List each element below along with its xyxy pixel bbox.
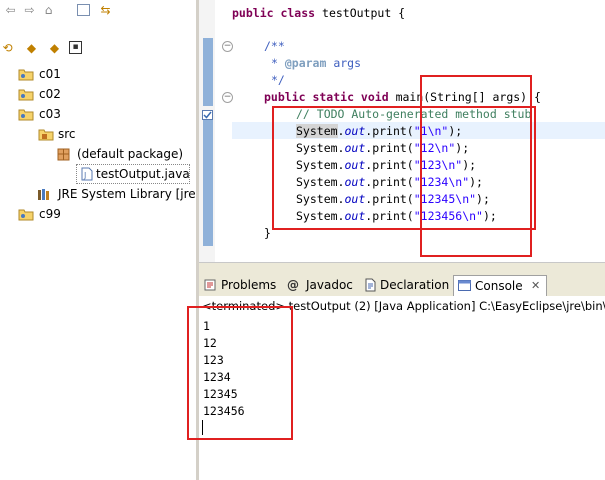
keyword: public static void	[264, 90, 396, 104]
javadoc-param: args	[326, 56, 362, 70]
tree-item-testoutput-java[interactable]: J testOutput.java	[76, 164, 190, 184]
problems-icon	[204, 279, 216, 291]
tab-javadoc[interactable]: @ Javadoc	[285, 275, 359, 295]
tree-item-label: src	[58, 127, 76, 141]
tree-item-label: testOutput.java	[96, 167, 190, 181]
sync-icon[interactable]: ⟲	[0, 41, 15, 55]
tree-item-c02[interactable]: c02	[16, 84, 186, 104]
package-explorer: ⇦ ⇨ ⌂ ⇆ ⟲ ◆ ◆ ▪ c01 c02 c03 src (default…	[0, 0, 200, 480]
declaration-icon	[365, 278, 376, 292]
tab-label: Console	[475, 279, 523, 293]
code-line-javadoc-param: * @param args	[271, 56, 362, 70]
close-icon[interactable]: ✕	[531, 276, 540, 296]
tree-item-default-package[interactable]: (default package)	[56, 144, 186, 164]
source-folder-icon	[38, 129, 54, 141]
package-icon	[57, 148, 70, 161]
go-into-icon[interactable]: ◆	[47, 41, 62, 55]
task-marker-icon[interactable]	[202, 110, 214, 121]
change-marker	[203, 38, 213, 106]
tree-item-label: c03	[39, 107, 61, 121]
class-name: testOutput {	[322, 6, 406, 20]
tree-item-c03[interactable]: c03	[16, 104, 186, 124]
svg-text:J: J	[83, 171, 86, 180]
change-marker	[203, 118, 213, 246]
tree-item-c99[interactable]: c99	[16, 204, 186, 224]
tree-item-jre[interactable]: JRE System Library [jre]	[36, 184, 200, 204]
home-icon[interactable]: ⌂	[41, 3, 56, 17]
explorer-toolbar-2: ⟲ ◆ ◆ ▪	[0, 38, 196, 58]
collapse-all-icon[interactable]	[77, 4, 90, 16]
back-icon[interactable]: ⇦	[3, 3, 18, 17]
folder-project-icon	[18, 69, 34, 81]
annotation-box-args	[420, 75, 532, 257]
folder-project-icon	[18, 89, 34, 101]
keyword: public class	[232, 6, 323, 20]
tab-label: Declaration	[380, 278, 450, 292]
code-line-class: public class testOutput {	[232, 5, 405, 22]
explorer-toolbar: ⇦ ⇨ ⌂ ⇆	[0, 0, 196, 20]
tree-item-label: (default package)	[77, 147, 184, 161]
code-line-javadoc-open: /**	[264, 39, 285, 53]
tree-item-label: JRE System Library [jre]	[58, 187, 201, 201]
link-editor-icon[interactable]: ⇆	[98, 3, 113, 17]
javadoc-tag: @param	[284, 56, 327, 70]
tree-item-label: c99	[39, 207, 61, 221]
view-menu-icon[interactable]: ▪	[69, 41, 82, 54]
folder-project-icon	[18, 209, 34, 221]
tab-problems[interactable]: Problems	[201, 275, 281, 295]
java-file-icon: J	[81, 167, 93, 181]
tree-item-label: c01	[39, 67, 61, 81]
folder-project-icon	[18, 109, 34, 121]
tree-item-c01[interactable]: c01	[16, 64, 186, 84]
library-icon	[38, 189, 49, 200]
fold-toggle-icon[interactable]: −	[222, 92, 233, 103]
code-line-javadoc-close: */	[271, 73, 285, 87]
tab-label: Javadoc	[306, 278, 353, 292]
tab-console[interactable]: Console ✕	[453, 275, 547, 296]
console-icon	[458, 280, 471, 291]
fold-toggle-icon[interactable]: −	[222, 41, 233, 52]
tab-label: Problems	[221, 278, 277, 292]
annotation-box-output	[187, 306, 293, 440]
tree-item-src[interactable]: src	[36, 124, 186, 144]
code-line-close-brace: }	[264, 226, 271, 240]
go-up-icon[interactable]: ◆	[24, 41, 39, 55]
view-tabs: Problems @ Javadoc Declaration Console ✕	[199, 274, 605, 297]
tab-declaration[interactable]: Declaration	[363, 275, 451, 295]
tree-item-label: c02	[39, 87, 61, 101]
forward-icon[interactable]: ⇨	[22, 3, 37, 17]
at-icon: @	[287, 278, 299, 292]
